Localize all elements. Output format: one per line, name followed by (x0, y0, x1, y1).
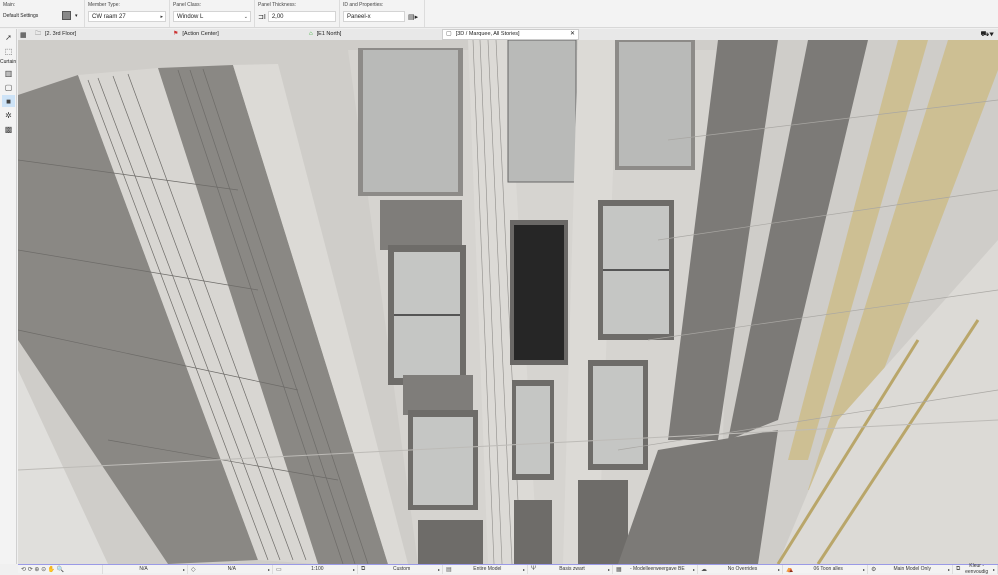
structure-value: Main Model Only (893, 566, 931, 572)
curtain-wall-settings-icon[interactable] (62, 11, 71, 20)
tab-3d[interactable]: ▢ [3D / Marquee, All Stories] ✕ (442, 29, 579, 40)
member-type-value: CW raam 27 (92, 14, 126, 20)
3d-model-render (18, 40, 998, 564)
tab-label: [3D / Marquee, All Stories] (455, 31, 520, 37)
info-box: Main: Default Settings ▾ Member Type: CW… (0, 0, 998, 28)
structure-icon: ⚙ (871, 566, 877, 573)
arrow-tool-icon[interactable]: ➚ (2, 31, 15, 43)
id-input[interactable]: Paneel-x (343, 11, 405, 22)
tab-action-center[interactable]: ⚑ [Action Center] (170, 29, 306, 40)
overrides-icon: ☁ (701, 566, 707, 573)
accessory-tool-icon[interactable]: ▩ (2, 123, 15, 135)
model-combo[interactable]: ▤ Entire Model ▸ (443, 564, 528, 574)
member-type-field[interactable]: CW raam 27 ▸ (88, 11, 166, 22)
pen-icon: Ψ (531, 566, 537, 572)
properties-icon[interactable]: ▤▸ (408, 13, 418, 21)
panel-thickness-group: Panel Thickness: ⊐I 2,00 (255, 0, 340, 27)
view-value: Custom (393, 566, 411, 572)
model-view-value: - Modelleerweergave BE (629, 566, 685, 572)
curtain-wall-tool-icon[interactable]: ▥ (2, 67, 15, 79)
renovation-value: 06 Toon alles (813, 566, 843, 572)
scale-combo[interactable]: ▭ 1:100 ▸ (273, 564, 358, 574)
panel-thickness-label: Panel Thickness: (258, 2, 296, 8)
chevron-down-icon: ⌄ (243, 14, 248, 20)
tab-e1-north[interactable]: ⌂ [E1 North] (306, 29, 442, 40)
overrides-combo[interactable]: ☁ No Overrides ▸ (698, 564, 783, 574)
pen-set-value: Basis zwart (559, 566, 585, 572)
layer-combo-2[interactable]: ◇ N/A ▸ (188, 564, 273, 574)
id-properties-group: ID and Properties: Paneel-x ▤▸ (340, 0, 425, 27)
graphic-override-icon: ⧉ (956, 565, 961, 572)
renovation-combo[interactable]: ⛺ 06 Toon alles ▸ (783, 564, 868, 574)
panel-class-group: Panel Class: Window L ⌄ (170, 0, 255, 27)
main-group: Main: Default Settings ▾ (0, 0, 85, 27)
scale-value: 1:100 (311, 566, 324, 572)
view-combo[interactable]: ⧉ Custom ▸ (358, 564, 443, 574)
close-tab-icon[interactable]: ✕ (570, 29, 575, 40)
marquee-tool-icon[interactable]: ⬚ (2, 45, 15, 57)
layers-icon: ⧉ (361, 565, 366, 572)
id-properties-label: ID and Properties: (343, 2, 384, 8)
tab-3rd-floor[interactable]: 🗀 [2. 3rd Floor] (32, 29, 170, 40)
curtain-section-label: Curtain (0, 59, 17, 65)
tab-label: [2. 3rd Floor] (45, 31, 77, 37)
model-view-icon: ▦ (616, 566, 622, 573)
panel-thickness-input[interactable]: 2,00 (267, 11, 336, 22)
model-view-combo[interactable]: ▦ - Modelleerweergave BE ▸ (613, 564, 698, 574)
layer-combo-1[interactable]: N/A ▸ (103, 564, 188, 574)
member-type-label: Member Type: (88, 2, 120, 8)
chevron-right-icon: ▸ (160, 14, 163, 20)
panel-class-dropdown[interactable]: Window L ⌄ (173, 11, 251, 22)
status-bar: ⟲ ⟳ ⊕ ⊝ ✋ 🔍 N/A ▸ ◇ N/A ▸ ▭ 1:100 ▸ ⧉ Custom ▸ … (18, 563, 998, 575)
tab-overview-icon[interactable]: ▦ (18, 31, 32, 39)
renovation-icon: ⛺ (786, 566, 794, 573)
3d-viewport[interactable] (18, 40, 998, 564)
selected-panel (514, 225, 564, 360)
3d-icon: ▢ (446, 31, 452, 37)
pen-set-combo[interactable]: Ψ Basis zwart ▸ (528, 564, 613, 574)
navigation-controls: ⟲ ⟳ ⊕ ⊝ ✋ 🔍 (18, 564, 103, 574)
tab-label: [E1 North] (316, 31, 342, 37)
zoom-icon[interactable]: ⟲ ⟳ ⊕ ⊝ ✋ 🔍 (21, 566, 64, 573)
junction-tool-icon[interactable]: ✲ (2, 109, 15, 121)
id-value: Paneel-x (347, 14, 371, 20)
layer-combo-2-value: N/A (227, 566, 236, 572)
panel-class-label: Panel Class: (173, 2, 202, 8)
model-value: Entire Model (473, 566, 502, 572)
panel-class-value: Window L (177, 14, 204, 20)
model-icon: ▤ (446, 566, 452, 573)
panel-tool-icon[interactable]: ■ (2, 95, 15, 107)
overrides-value: No Overrides (727, 566, 758, 572)
scale-icon: ▭ (276, 566, 282, 573)
member-type-group: Member Type: CW raam 27 ▸ (85, 0, 170, 27)
toolbox: ➚ ⬚ Curtain ▥ ▢ ■ ✲ ▩ (0, 29, 17, 564)
layer-combo-1-value: N/A (139, 566, 148, 572)
tab-bar: ▦ 🗀 [2. 3rd Floor] ⚑ [Action Center] ⌂ [E1 … (18, 29, 998, 40)
structure-combo[interactable]: ⚙ Main Model Only ▸ (868, 564, 953, 574)
main-label: Main: (3, 2, 16, 8)
default-settings-button[interactable]: Default Settings (3, 13, 58, 19)
tab-label: [Action Center] (182, 31, 219, 37)
thickness-icon: ⊐I (258, 13, 266, 21)
elevation-icon: ⌂ (309, 31, 313, 37)
layer-icon: ◇ (191, 566, 196, 573)
color-combo[interactable]: ⧉ Kleur - eenvoudig ▸ (953, 563, 998, 575)
action-center-icon: ⚑ (173, 31, 179, 37)
frame-tool-icon[interactable]: ▢ (2, 81, 15, 93)
navigator-icon[interactable]: ⛟▾ (980, 30, 994, 39)
panel-thickness-value: 2,00 (271, 14, 284, 20)
color-value: Kleur - eenvoudig (965, 563, 989, 575)
floor-plan-icon: 🗀 (35, 31, 42, 37)
